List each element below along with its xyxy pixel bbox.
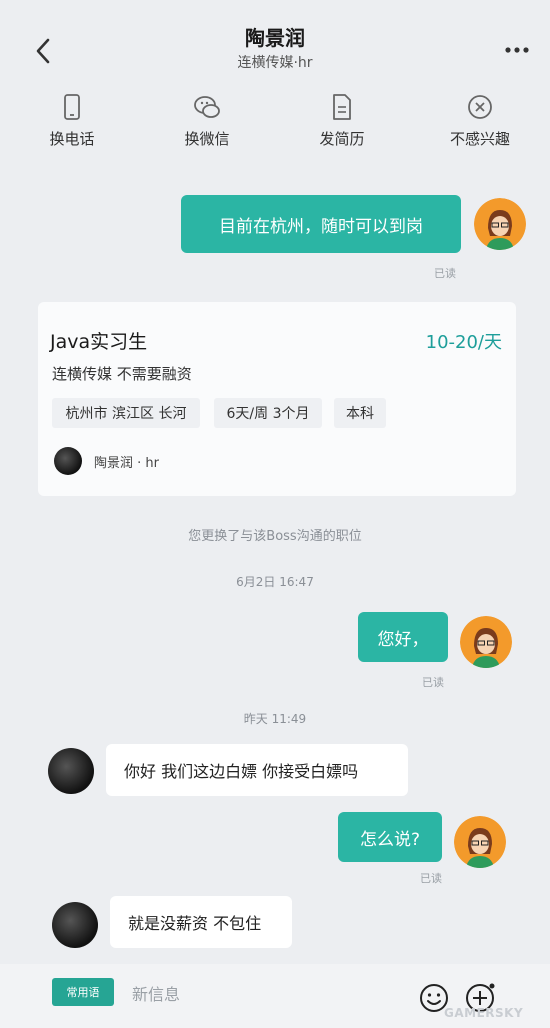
avatar[interactable] <box>454 816 506 868</box>
avatar[interactable] <box>460 616 512 668</box>
more-dots-icon <box>505 47 529 53</box>
avatar[interactable] <box>474 198 526 250</box>
action-label: 发简历 <box>319 130 365 148</box>
message-bubble-outgoing[interactable]: 您好， <box>358 612 448 662</box>
contact-company: 连横传媒·hr <box>237 55 313 71</box>
message-bubble-outgoing[interactable]: 怎么说? <box>338 812 442 862</box>
action-send-resume[interactable]: 发简历 <box>292 92 392 149</box>
message-bubble-incoming[interactable]: 就是没薪资 不包住 <box>110 896 292 948</box>
watermark: GAMERSKY <box>444 1006 524 1020</box>
job-title: Java实习生 <box>50 331 148 353</box>
read-status: 已读 <box>434 267 456 280</box>
system-notice: 您更换了与该Boss沟通的职位 <box>188 529 362 544</box>
hr-avatar[interactable] <box>48 748 94 794</box>
action-exchange-phone[interactable]: 换电话 <box>22 92 122 149</box>
user-avatar-icon <box>460 616 512 668</box>
message-bubble-incoming[interactable]: 你好 我们这边白嫖 你接受白嫖吗 <box>106 744 408 796</box>
job-tag-location: 杭州市 滨江区 长河 <box>52 398 200 428</box>
read-status: 已读 <box>422 676 444 689</box>
job-salary: 10-20/天 <box>425 332 502 353</box>
job-company: 连横传媒 不需要融资 <box>52 365 192 383</box>
action-not-interested[interactable]: 不感兴趣 <box>430 92 530 149</box>
quick-phrases-button[interactable]: 常用语 <box>52 978 114 1006</box>
user-avatar-icon <box>454 816 506 868</box>
job-hr-name: 陶景润 · hr <box>94 456 159 471</box>
user-avatar-icon <box>474 198 526 250</box>
contact-name: 陶景润 <box>245 26 305 50</box>
wechat-icon <box>194 96 220 118</box>
message-bubble-outgoing[interactable]: 目前在杭州，随时可以到岗 <box>181 195 461 253</box>
not-interested-icon <box>468 95 492 119</box>
hr-avatar-small <box>54 447 82 475</box>
action-label: 换电话 <box>49 130 95 148</box>
read-status: 已读 <box>420 872 442 885</box>
action-label: 不感兴趣 <box>449 130 510 148</box>
phone-icon <box>64 94 80 120</box>
timestamp: 昨天 11:49 <box>243 712 307 726</box>
more-button[interactable] <box>498 38 538 58</box>
action-exchange-wechat[interactable]: 换微信 <box>157 92 257 149</box>
job-tag-schedule: 6天/周 3个月 <box>214 398 322 428</box>
message-input[interactable] <box>130 978 404 1010</box>
job-tag-education: 本科 <box>334 398 386 428</box>
hr-avatar[interactable] <box>52 902 98 948</box>
resume-icon <box>333 94 351 120</box>
timestamp: 6月2日 16:47 <box>236 575 314 589</box>
action-label: 换微信 <box>184 130 230 148</box>
